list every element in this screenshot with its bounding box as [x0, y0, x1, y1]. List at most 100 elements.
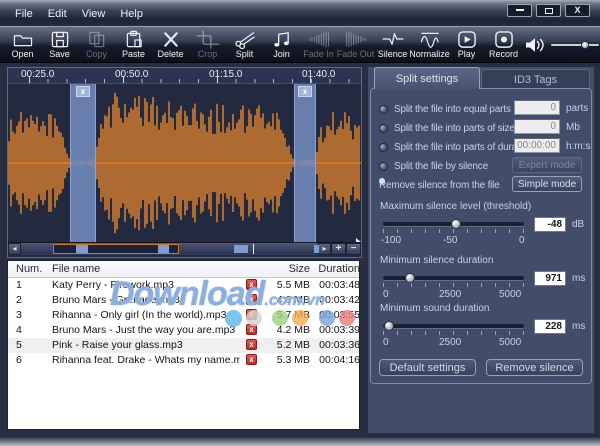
file-name: Bruno Mars - Grenade.mp3 — [52, 294, 180, 306]
file-name: Katy Perry - Firework.mp3 — [52, 279, 174, 291]
max-silence-level-slider[interactable] — [383, 222, 524, 226]
scrollbar-track[interactable] — [21, 244, 318, 254]
silence-marker — [314, 245, 319, 253]
max-silence-level-value[interactable] — [534, 217, 566, 232]
file-list-header: Num. File name Size Duration — [8, 261, 359, 278]
option-remove-silence[interactable]: Remove silence from the file — [379, 178, 500, 192]
parts-size-input[interactable] — [514, 119, 560, 134]
join-button[interactable]: Join — [263, 27, 300, 62]
silence-selection-region[interactable]: x — [294, 84, 316, 242]
copy-button: Copy — [78, 27, 115, 62]
column-size: Size — [255, 263, 310, 275]
remove-selection-button[interactable]: x — [298, 86, 312, 97]
option-parts-of-size[interactable]: Split the file into parts of size — [379, 121, 515, 135]
min-sound-duration-slider[interactable] — [383, 324, 524, 328]
close-button[interactable]: X — [565, 4, 590, 17]
delete-button[interactable]: Delete — [152, 27, 189, 62]
plus-icon: + — [336, 244, 342, 254]
slider-ticks — [383, 229, 524, 233]
option-split-by-silence[interactable]: Split the file by silence — [379, 159, 488, 173]
normalize-button[interactable]: Normalize — [411, 27, 448, 62]
toolbar: Open Save Copy Paste Delete Crop Split — [0, 26, 600, 63]
open-button[interactable]: Open — [4, 27, 41, 62]
file-size: 5.2 MB — [255, 339, 310, 351]
record-button[interactable]: Record — [485, 27, 522, 62]
tab-id3-tags[interactable]: ID3 Tags — [481, 69, 590, 89]
parts-duration-input[interactable] — [514, 138, 560, 153]
file-name: Rihanna feat. Drake - Whats my name.mp3 — [52, 354, 240, 366]
menu-view[interactable]: View — [79, 8, 109, 20]
option-parts-of-duration[interactable]: Split the file into parts of duration — [379, 140, 532, 154]
slider-thumb[interactable] — [384, 321, 394, 331]
menu-file[interactable]: File — [12, 8, 36, 20]
tick-label: -100 — [381, 235, 401, 246]
scroll-right-button[interactable]: ▸ — [318, 243, 331, 255]
timeline-label: 00:25.0 — [21, 69, 54, 80]
file-size: 4.6 MB — [255, 294, 310, 306]
file-row[interactable]: 1 Katy Perry - Firework.mp3 x 5.5 MB 00:… — [8, 278, 359, 293]
radio-icon[interactable] — [379, 124, 388, 133]
client-area: 00:25.0 00:50.0 01:15.0 01:40.0 x x — [0, 63, 600, 436]
unit-label: ms — [572, 273, 585, 284]
zoom-in-button[interactable]: + — [331, 243, 346, 255]
file-row[interactable]: 2 Bruno Mars - Grenade.mp3 x 4.6 MB 00:0… — [8, 293, 359, 308]
file-row[interactable]: 4 Bruno Mars - Just the way you are.mp3 … — [8, 323, 359, 338]
menu-edit[interactable]: Edit — [45, 8, 70, 20]
crop-button: Crop — [189, 27, 226, 62]
silence-button[interactable]: Silence — [374, 27, 411, 62]
edge-marker-icon — [356, 238, 361, 242]
radio-icon[interactable] — [379, 143, 388, 152]
toolbar-label: Normalize — [409, 49, 450, 59]
radio-icon[interactable] — [379, 105, 388, 114]
silence-selection-region[interactable]: x — [70, 84, 96, 242]
radio-selected-icon[interactable] — [379, 178, 385, 184]
slider-thumb[interactable] — [451, 219, 461, 229]
split-scissors-icon — [233, 30, 257, 49]
position-cursor — [253, 244, 254, 254]
play-button[interactable]: Play — [448, 27, 485, 62]
zoom-out-button[interactable]: − — [346, 243, 361, 255]
save-button[interactable]: Save — [41, 27, 78, 62]
crop-icon — [196, 30, 220, 49]
waveform-panel: 00:25.0 00:50.0 01:15.0 01:40.0 x x — [7, 67, 362, 258]
file-row[interactable]: 3 Rihanna - Only girl (In the world).mp3… — [8, 308, 359, 323]
maximize-button[interactable] — [536, 4, 561, 17]
tab-split-settings[interactable]: Split settings — [374, 67, 480, 89]
slider-thumb[interactable] — [405, 273, 415, 283]
tick-label: 0 — [383, 337, 389, 348]
file-row[interactable]: 6 Rihanna feat. Drake - Whats my name.mp… — [8, 353, 359, 368]
equal-parts-input[interactable] — [514, 100, 560, 115]
major-tick — [29, 76, 30, 83]
file-num: 6 — [16, 354, 22, 366]
left-arrow-icon: ◂ — [12, 245, 16, 253]
minus-icon: − — [351, 244, 357, 254]
right-arrow-icon: ▸ — [322, 245, 326, 253]
paste-button[interactable]: Paste — [115, 27, 152, 62]
default-settings-button[interactable]: Default settings — [379, 359, 476, 376]
slider-section-label: Maximum silence level (threshold) — [380, 201, 531, 212]
option-equal-parts[interactable]: Split the file into equal parts — [379, 102, 511, 116]
file-list: Num. File name Size Duration 1 Katy Perr… — [7, 260, 360, 430]
remove-selection-button[interactable]: x — [76, 86, 90, 97]
simple-mode-button[interactable]: Simple mode — [512, 176, 582, 192]
minimize-button[interactable] — [507, 4, 532, 17]
tick-label: 0 — [519, 235, 525, 246]
toolbar-label: Fade In — [303, 49, 334, 59]
radio-icon[interactable] — [379, 162, 388, 171]
min-silence-duration-value[interactable] — [534, 271, 566, 286]
waveform-display[interactable]: x x — [8, 84, 361, 242]
volume-slider[interactable] — [551, 44, 599, 46]
min-sound-duration-value[interactable] — [534, 319, 566, 334]
tick-label: 0 — [383, 289, 389, 300]
file-row[interactable]: 5 Pink - Raise your glass.mp3 x 5.2 MB 0… — [8, 338, 359, 353]
file-num: 4 — [16, 324, 22, 336]
remove-silence-button[interactable]: Remove silence — [486, 359, 583, 376]
min-silence-duration-slider[interactable] — [383, 276, 524, 280]
unit-label: dB — [572, 219, 584, 230]
volume-slider-thumb[interactable] — [581, 41, 589, 49]
file-size: 4.2 MB — [255, 324, 310, 336]
split-button[interactable]: Split — [226, 27, 263, 62]
timeline-ruler[interactable]: 00:25.0 00:50.0 01:15.0 01:40.0 — [8, 68, 361, 84]
menu-help[interactable]: Help — [117, 8, 146, 20]
scroll-left-button[interactable]: ◂ — [8, 243, 21, 255]
